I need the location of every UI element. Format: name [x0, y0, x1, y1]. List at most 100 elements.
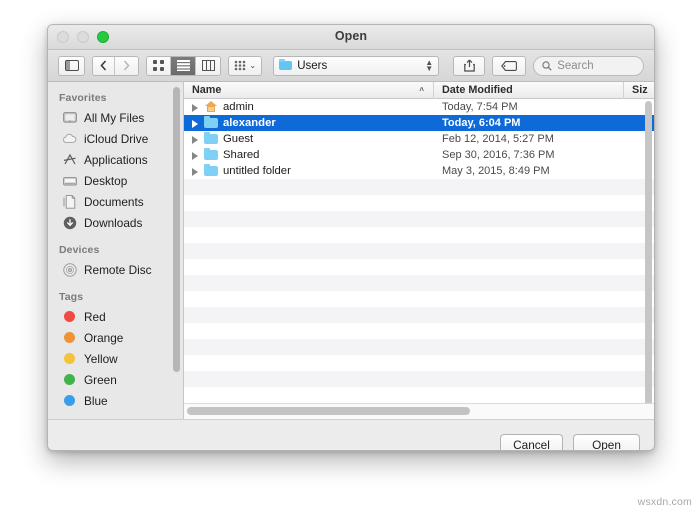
- list-view-button[interactable]: [171, 56, 196, 75]
- empty-row: [184, 195, 654, 211]
- empty-row: [184, 259, 654, 275]
- sidebar-item-tag-yellow[interactable]: Yellow: [48, 348, 183, 369]
- sidebar-item-icloud-drive[interactable]: iCloud Drive: [48, 128, 183, 149]
- column-header-name[interactable]: Name ^: [184, 82, 434, 99]
- sidebar-item-label: Remote Disc: [84, 262, 152, 277]
- disclosure-triangle-icon[interactable]: [190, 103, 199, 112]
- disclosure-triangle-icon[interactable]: [190, 167, 199, 176]
- folder-icon: [204, 132, 218, 145]
- tag-button[interactable]: [492, 55, 527, 76]
- folder-icon: [204, 148, 218, 161]
- chevron-down-icon: ⌄: [249, 61, 257, 70]
- table-row[interactable]: admin Today, 7:54 PM: [184, 99, 654, 115]
- empty-row: [184, 179, 654, 195]
- sort-ascending-icon: ^: [419, 85, 424, 95]
- file-list: Name ^ Date Modified Siz admin Today, 7:…: [184, 82, 654, 419]
- row-name-cell: Shared: [184, 148, 434, 161]
- sidebar-item-label: Downloads: [84, 215, 143, 230]
- list-icon: [176, 60, 190, 71]
- sidebar-item-remote-disc[interactable]: Remote Disc: [48, 259, 183, 280]
- navigation-buttons: [92, 55, 139, 76]
- forward-button[interactable]: [115, 56, 138, 75]
- file-list-horizontal-scrollbar[interactable]: [184, 403, 654, 419]
- chevron-right-icon: [124, 60, 130, 71]
- file-date-modified: Feb 12, 2014, 5:27 PM: [442, 133, 554, 145]
- sidebar-item-tag-red[interactable]: Red: [48, 306, 183, 327]
- sidebar-heading-favorites: Favorites: [59, 92, 107, 104]
- sidebar-item-all-my-files[interactable]: All My Files: [48, 107, 183, 128]
- search-icon: [542, 60, 552, 71]
- file-list-vertical-scrollbar[interactable]: [645, 101, 652, 417]
- file-date-modified: Today, 6:04 PM: [442, 117, 521, 129]
- sidebar-item-applications[interactable]: Applications: [48, 149, 183, 170]
- open-button[interactable]: Open: [573, 434, 640, 450]
- row-name-cell: admin: [184, 101, 434, 113]
- file-name: Shared: [223, 149, 260, 161]
- path-popup-button[interactable]: Users ▲ ▼: [273, 55, 440, 76]
- empty-row: [184, 371, 654, 387]
- table-row[interactable]: untitled folder May 3, 2015, 8:49 PM: [184, 163, 654, 179]
- empty-row: [184, 307, 654, 323]
- sidebar-item-label: Red: [84, 309, 106, 324]
- sidebar-item-label: Blue: [84, 393, 108, 408]
- sidebar: Favorites All My Files iCloud Drive Appl…: [48, 82, 184, 419]
- table-row[interactable]: Shared Sep 30, 2016, 7:36 PM: [184, 147, 654, 163]
- chevron-left-icon: [100, 60, 107, 71]
- screenshot-root: Open ⌄ Users ▲ ▼ Search Favorites All My…: [0, 0, 700, 513]
- disclosure-triangle-icon[interactable]: [190, 151, 199, 160]
- sidebar-item-desktop[interactable]: Desktop: [48, 170, 183, 191]
- title-bar: Open: [48, 25, 654, 50]
- toolbar: ⌄ Users ▲ ▼ Search: [48, 50, 654, 82]
- share-button[interactable]: [453, 55, 486, 76]
- sidebar-item-label: Desktop: [84, 173, 128, 188]
- sidebar-item-label: iCloud Drive: [84, 131, 149, 146]
- file-name: alexander: [223, 117, 276, 129]
- sidebar-item-tag-green[interactable]: Green: [48, 369, 183, 390]
- search-field[interactable]: Search: [533, 55, 644, 76]
- documents-icon: [62, 194, 77, 209]
- sidebar-item-documents[interactable]: Documents: [48, 191, 183, 212]
- sidebar-toggle-button[interactable]: [58, 55, 85, 76]
- search-placeholder: Search: [557, 59, 594, 72]
- sidebar-item-label: All My Files: [84, 110, 145, 125]
- grid-icon: [153, 60, 165, 71]
- tag-dot-icon: [62, 351, 77, 366]
- file-name: admin: [223, 101, 254, 113]
- sidebar-heading-devices: Devices: [59, 244, 100, 256]
- column-header-date-modified[interactable]: Date Modified: [434, 82, 624, 99]
- folder-icon: [204, 164, 218, 177]
- dialog-body: Favorites All My Files iCloud Drive Appl…: [48, 82, 654, 419]
- table-row[interactable]: Guest Feb 12, 2014, 5:27 PM: [184, 131, 654, 147]
- arrange-button[interactable]: ⌄: [228, 55, 263, 76]
- empty-row: [184, 387, 654, 403]
- desktop-icon: [62, 173, 77, 188]
- home-folder-icon: [204, 101, 218, 113]
- all-my-files-icon: [62, 110, 77, 125]
- file-date-modified: Today, 7:54 PM: [442, 101, 518, 113]
- sidebar-item-downloads[interactable]: Downloads: [48, 212, 183, 233]
- empty-row: [184, 227, 654, 243]
- downloads-icon: [62, 215, 77, 230]
- sidebar-scrollbar[interactable]: [173, 87, 180, 372]
- file-date-modified: Sep 30, 2016, 7:36 PM: [442, 149, 555, 161]
- path-popup-label: Users: [297, 59, 328, 72]
- file-list-rows: admin Today, 7:54 PM alexander Today, 6:…: [184, 99, 654, 419]
- file-date-modified: May 3, 2015, 8:49 PM: [442, 165, 550, 177]
- column-view-button[interactable]: [195, 56, 221, 75]
- updown-arrows-icon: ▲ ▼: [425, 57, 434, 73]
- sidebar-toggle-icon: [64, 60, 79, 71]
- table-row[interactable]: alexander Today, 6:04 PM: [184, 115, 654, 131]
- sidebar-item-tag-blue[interactable]: Blue: [48, 390, 183, 411]
- column-header-size[interactable]: Siz: [624, 82, 654, 99]
- dialog-footer: Cancel Open: [48, 419, 654, 450]
- applications-icon: [62, 152, 77, 167]
- sidebar-item-tag-orange[interactable]: Orange: [48, 327, 183, 348]
- disclosure-triangle-icon[interactable]: [190, 119, 199, 128]
- disclosure-triangle-icon[interactable]: [190, 135, 199, 144]
- icon-view-button[interactable]: [146, 56, 172, 75]
- open-dialog-window: Open ⌄ Users ▲ ▼ Search Favorites All My…: [47, 24, 655, 451]
- back-button[interactable]: [93, 56, 116, 75]
- scrollbar-thumb[interactable]: [187, 407, 470, 415]
- cancel-button[interactable]: Cancel: [500, 434, 563, 450]
- tag-dot-icon: [62, 330, 77, 345]
